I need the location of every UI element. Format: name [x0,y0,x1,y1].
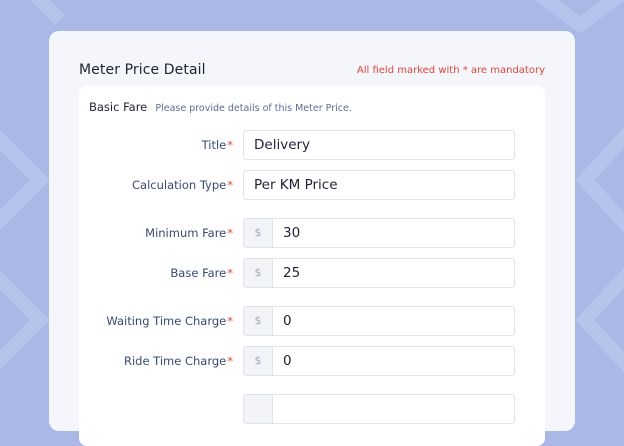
title-value: Delivery [254,137,311,153]
title-label: Title* [201,138,233,152]
ride-time-charge-label: Ride Time Charge* [123,354,233,368]
title-row: Title* Delivery [79,130,545,160]
dollar-prefix: $ [244,259,273,287]
next-field-input[interactable] [243,394,515,424]
minimum-fare-value: 30 [283,225,301,241]
section-title: Basic Fare [89,100,148,114]
dollar-prefix: $ [244,307,273,335]
ride-time-charge-value: 0 [283,353,292,369]
base-fare-value: 25 [283,265,301,281]
required-marker: * [227,138,233,152]
waiting-time-charge-value: 0 [283,313,292,329]
waiting-time-charge-row: Waiting Time Charge* $ 0 [79,306,545,336]
base-fare-row: Base Fare* $ 25 [79,258,545,288]
dollar-prefix: $ [244,347,273,375]
input-prefix [244,395,273,423]
required-marker: * [227,178,233,192]
calculation-type-row: Calculation Type* Per KM Price [79,170,545,200]
calculation-type-value: Per KM Price [254,177,338,193]
ride-time-charge-input[interactable]: $ 0 [243,346,515,376]
section-subtitle: Please provide details of this Meter Pri… [155,103,352,114]
minimum-fare-input[interactable]: $ 30 [243,218,515,248]
next-field-row [79,394,545,424]
base-fare-input[interactable]: $ 25 [243,258,515,288]
title-input[interactable]: Delivery [243,130,515,160]
required-marker: * [227,354,233,368]
required-marker: * [227,226,233,240]
required-marker: * [227,266,233,280]
section-header: Basic Fare Please provide details of thi… [89,96,352,115]
required-marker: * [227,314,233,328]
basic-fare-card: Basic Fare Please provide details of thi… [79,86,545,446]
calculation-type-label: Calculation Type* [132,178,233,192]
page-title: Meter Price Detail [79,62,206,78]
meter-price-panel: Meter Price Detail All field marked with… [49,31,575,446]
dollar-prefix: $ [244,219,273,247]
minimum-fare-row: Minimum Fare* $ 30 [79,218,545,248]
base-fare-label: Base Fare* [170,266,233,280]
minimum-fare-label: Minimum Fare* [145,226,233,240]
ride-time-charge-row: Ride Time Charge* $ 0 [79,346,545,376]
mandatory-note: All field marked with * are mandatory [356,65,545,76]
calculation-type-select[interactable]: Per KM Price [243,170,515,200]
waiting-time-charge-label: Waiting Time Charge* [106,314,233,328]
waiting-time-charge-input[interactable]: $ 0 [243,306,515,336]
